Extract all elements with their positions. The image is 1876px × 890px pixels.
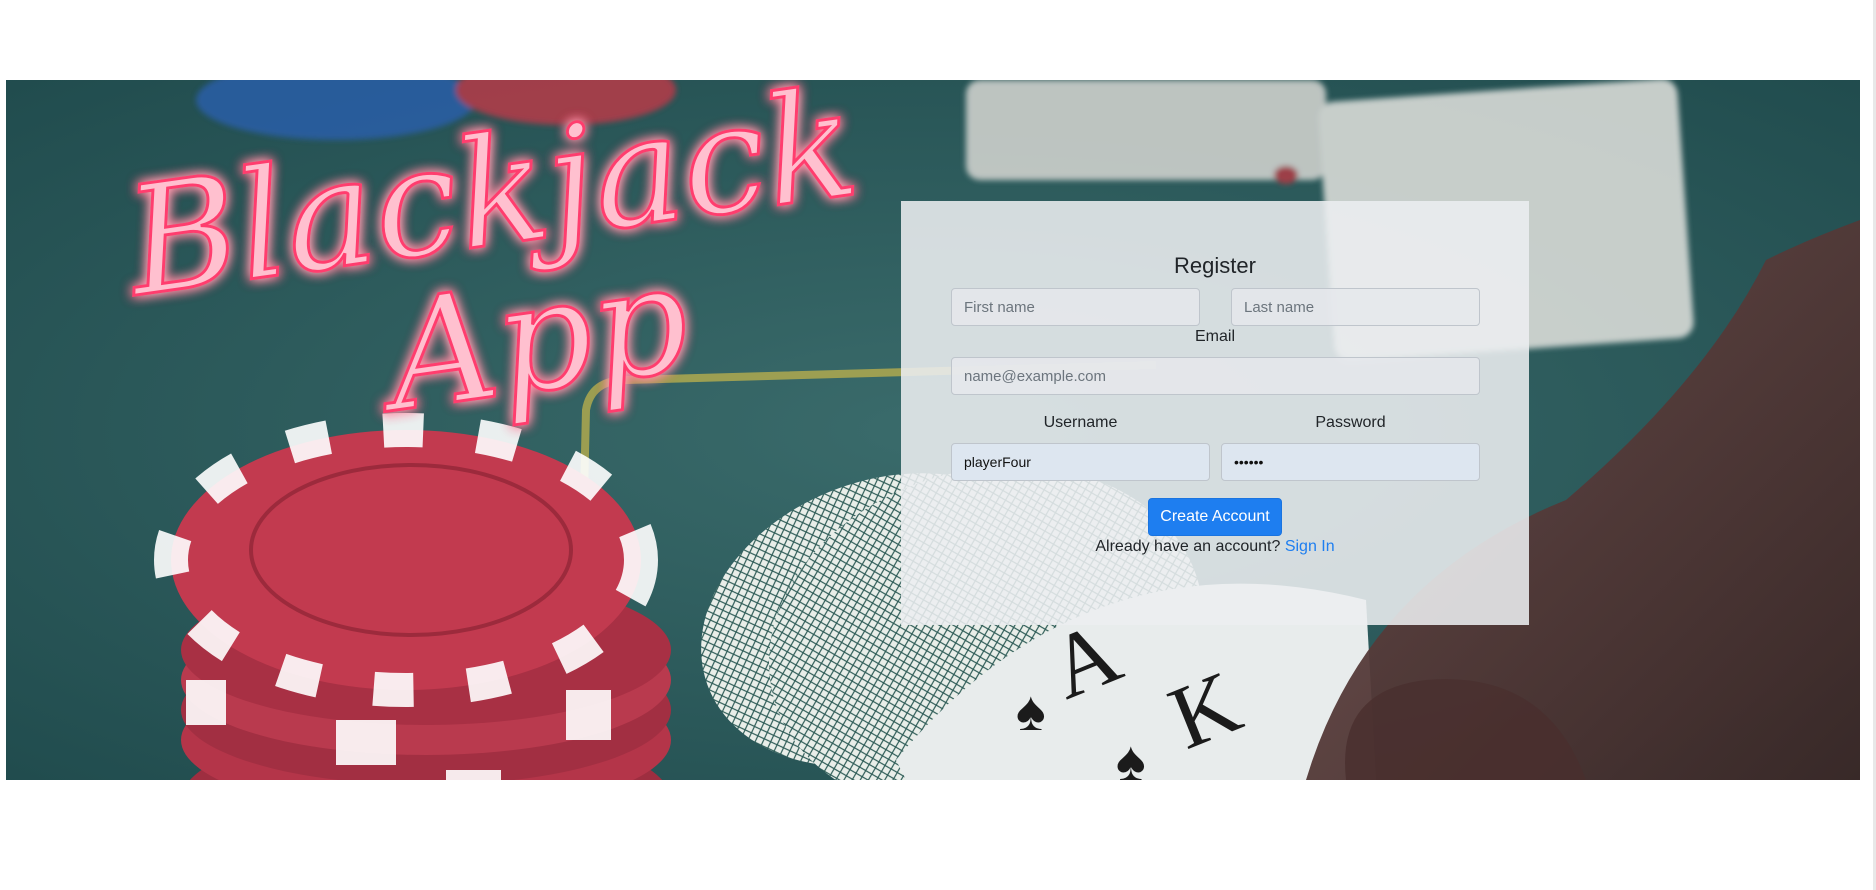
username-label: Username (1043, 414, 1118, 431)
register-title: Register (1174, 253, 1256, 278)
svg-text:♠: ♠ (1116, 729, 1146, 780)
password-field[interactable] (1221, 443, 1480, 481)
sign-in-link[interactable]: Sign In (1285, 538, 1335, 555)
last-name-field[interactable] (1231, 288, 1480, 326)
svg-text:♠: ♠ (1016, 679, 1046, 742)
signin-prompt: Already have an account? (1095, 538, 1281, 555)
username-field[interactable] (951, 443, 1210, 481)
password-label: Password (1315, 414, 1386, 431)
chip-stack-illustration (154, 413, 671, 780)
create-account-button[interactable]: Create Account (1148, 498, 1282, 536)
email-field[interactable] (951, 357, 1480, 395)
signin-row: Already have an account? Sign In (901, 538, 1529, 556)
register-panel: Register Email Username Password Create … (901, 201, 1529, 625)
email-label: Email (1194, 328, 1235, 345)
first-name-field[interactable] (951, 288, 1200, 326)
